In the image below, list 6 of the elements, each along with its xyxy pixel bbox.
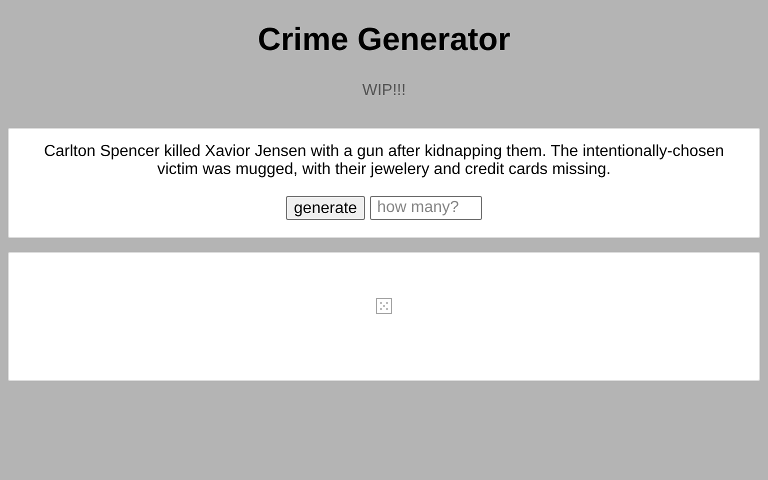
- generate-button[interactable]: generate: [286, 196, 366, 220]
- crime-description: Carlton Spencer killed Xavior Jensen with a gun after kidnapping them. The intentionally-chosen victim was mugged, with their jewelery and credit cards missing.: [42, 143, 726, 179]
- broken-image-icon: [376, 298, 392, 314]
- count-field[interactable]: how many?: [370, 196, 482, 220]
- page-title: Crime Generator: [258, 21, 510, 58]
- subtitle: WIP!!!: [362, 82, 406, 100]
